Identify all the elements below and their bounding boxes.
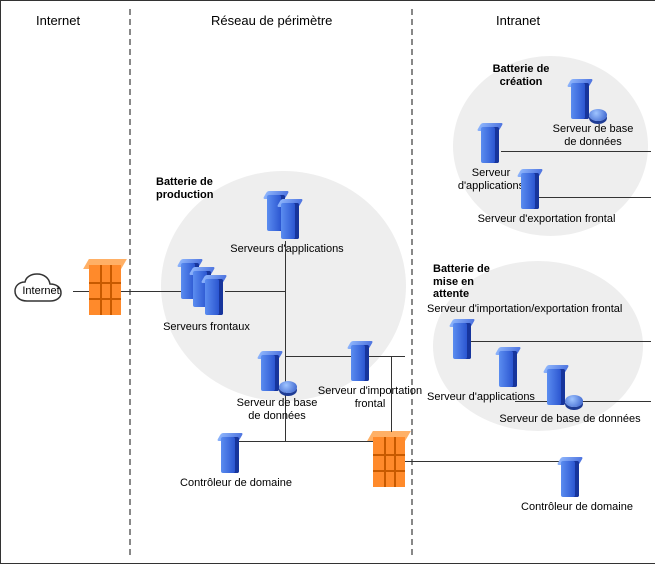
- server-icon: [351, 341, 369, 381]
- disk-icon: [565, 395, 583, 407]
- zone-intranet-label: Intranet: [496, 13, 540, 28]
- internet-cloud-label: Internet: [17, 285, 65, 298]
- zone-internet-label: Internet: [36, 13, 80, 28]
- link-fw-intranet-bus: [405, 461, 575, 462]
- server-icon: [499, 347, 517, 387]
- link-to-import: [285, 356, 405, 357]
- divider-perimeter-intranet: [411, 9, 413, 555]
- firewall-perimeter-icon: [89, 259, 121, 315]
- link-creation-bus1: [501, 151, 651, 152]
- disk-icon: [279, 381, 297, 393]
- link-creation-bus2: [539, 197, 651, 198]
- domain-ctrl-right-label: Contrôleur de domaine: [507, 501, 647, 514]
- firewall-intranet-icon: [373, 431, 405, 487]
- server-icon: [547, 365, 565, 405]
- export-front-label: Serveur d'exportation frontal: [469, 213, 624, 226]
- server-icon: [261, 351, 279, 391]
- diagram-canvas: Internet Réseau de périmètre Intranet Ba…: [0, 0, 655, 564]
- cluster-staging-title: Batterie de mise en attente: [433, 263, 513, 301]
- divider-internet-perimeter: [129, 9, 131, 555]
- link-cloud-fw: [73, 291, 89, 292]
- server-icon: [221, 433, 239, 473]
- disk-icon: [589, 109, 607, 121]
- link-staging-bus1: [471, 341, 651, 342]
- staging-app-label: Serveur d'applications: [421, 391, 541, 404]
- domain-ctrl-left-label: Contrôleur de domaine: [171, 477, 301, 490]
- staging-impexp-label: Serveur d'importation/exportation fronta…: [427, 303, 647, 316]
- server-icon: [481, 123, 499, 163]
- server-icon: [205, 275, 223, 315]
- cluster-creation-title: Batterie de création: [481, 63, 561, 88]
- db-server-label: Serveur de base de données: [229, 397, 325, 422]
- staging-db-label: Serveur de base de données: [495, 413, 645, 426]
- link-front-right: [225, 291, 285, 292]
- app-servers-label: Serveurs d'applications: [227, 243, 347, 256]
- zone-perimeter-label: Réseau de périmètre: [211, 13, 332, 28]
- link-fw-front: [121, 291, 181, 292]
- server-icon: [571, 79, 589, 119]
- creation-db-label: Serveur de base de données: [545, 123, 641, 148]
- server-icon: [561, 457, 579, 497]
- server-icon: [453, 319, 471, 359]
- cluster-production-title: Batterie de production: [156, 176, 246, 201]
- link-to-dc-left: [237, 441, 373, 442]
- import-front-label: Serveur d'importation frontal: [315, 385, 425, 410]
- server-icon: [521, 169, 539, 209]
- front-servers-label: Serveurs frontaux: [159, 321, 254, 334]
- server-icon: [281, 199, 299, 239]
